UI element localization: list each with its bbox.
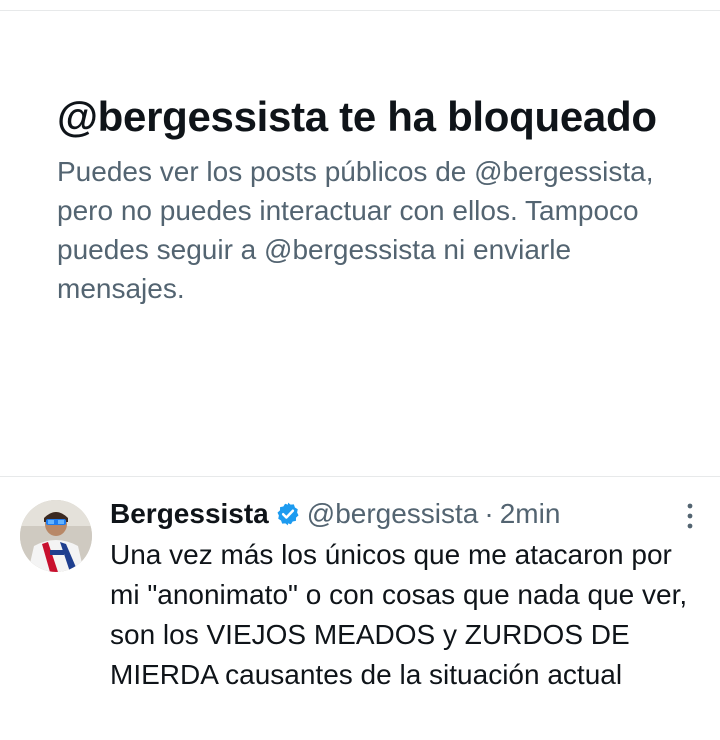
post[interactable]: Bergessista @bergessista · 2min Una vez …: [0, 477, 720, 740]
post-text: Una vez más los únicos que me atacaron p…: [110, 539, 688, 690]
avatar-image: [20, 500, 92, 572]
more-options-icon[interactable]: [684, 501, 696, 531]
post-header: Bergessista @bergessista · 2min: [110, 497, 560, 531]
handle[interactable]: @bergessista: [307, 497, 479, 531]
verified-badge-icon: [277, 502, 299, 526]
top-divider: [0, 10, 720, 11]
blocked-title: @bergessista te ha bloqueado: [57, 93, 657, 140]
display-name[interactable]: Bergessista: [110, 497, 269, 531]
separator-dot: ·: [484, 498, 494, 529]
timestamp[interactable]: 2min: [500, 497, 561, 531]
blocked-notice: @bergessista te ha bloqueado Puedes ver …: [57, 88, 677, 308]
avatar[interactable]: [20, 500, 92, 572]
blocked-description: Puedes ver los posts públicos de @berges…: [57, 156, 654, 304]
